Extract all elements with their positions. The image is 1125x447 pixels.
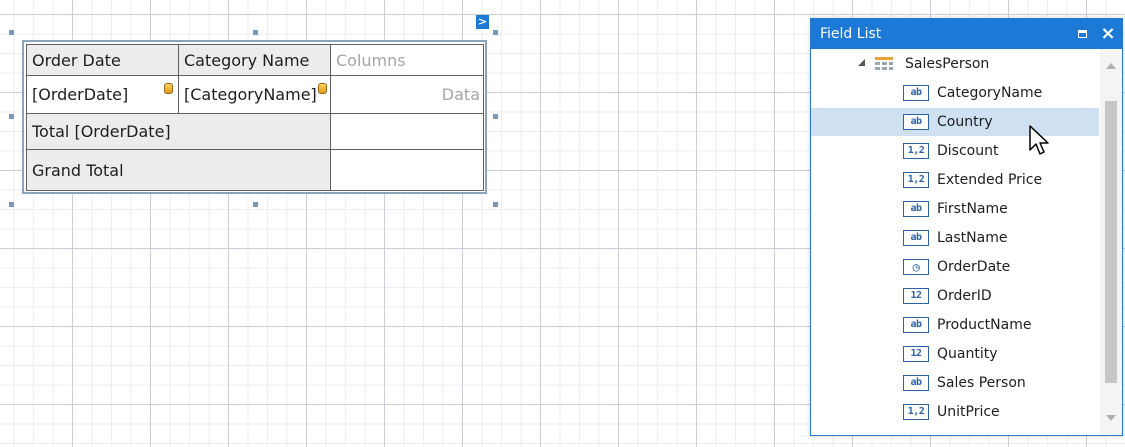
field-item[interactable]: 1,2 Extended Price [811, 166, 1099, 194]
field-item[interactable]: 1,2 UnitPrice [811, 398, 1099, 426]
string-field-icon: ab [903, 201, 929, 217]
string-field-icon: ab [903, 375, 929, 391]
vertical-scrollbar[interactable] [1100, 49, 1122, 435]
field-label: Extended Price [937, 172, 1043, 188]
pivot-grid[interactable]: Order Date Category Name Columns [OrderD… [22, 40, 487, 194]
tree-node-datasource[interactable]: SalesPerson [811, 50, 1099, 78]
pivot-data-area[interactable]: Data [330, 75, 484, 114]
field-label: OrderID [937, 288, 992, 304]
close-button[interactable]: × [1098, 19, 1118, 49]
pivot-header-category-name[interactable]: Category Name [178, 44, 331, 76]
string-field-icon: ab [903, 317, 929, 333]
field-item[interactable]: ab LastName [811, 224, 1099, 252]
integer-field-icon: 12 [903, 288, 929, 304]
database-binding-icon [164, 83, 173, 94]
field-label: ProductName [937, 317, 1032, 333]
decimal-field-icon: 1,2 [903, 143, 929, 159]
resize-handle[interactable] [493, 30, 498, 35]
database-binding-icon [318, 83, 327, 94]
decimal-field-icon: 1,2 [903, 172, 929, 188]
pivot-total-row-label[interactable]: Total [OrderDate] [26, 113, 331, 150]
resize-handle[interactable] [253, 30, 258, 35]
field-item-selected[interactable]: ab Country [811, 108, 1099, 136]
field-item[interactable]: ab CategoryName [811, 79, 1099, 107]
field-item[interactable]: 12 Quantity [811, 340, 1099, 368]
field-item[interactable]: ab Sales Person [811, 369, 1099, 397]
scroll-up-icon[interactable] [1106, 63, 1116, 69]
field-item[interactable]: 12 OrderID [811, 282, 1099, 310]
integer-field-icon: 12 [903, 346, 929, 362]
mouse-cursor-icon [1029, 125, 1049, 155]
field-label: Discount [937, 143, 999, 159]
field-list-panel: Field List × SalesPerson ab CategoryName [810, 18, 1123, 436]
pivot-header-order-date[interactable]: Order Date [26, 44, 179, 76]
pivot-cell-order-date[interactable]: [OrderDate] [26, 75, 179, 114]
resize-handle[interactable] [493, 202, 498, 207]
field-label: Country [937, 114, 993, 130]
resize-handle[interactable] [253, 202, 258, 207]
field-list-header: Field List × [811, 19, 1122, 49]
decimal-field-icon: 1,2 [903, 404, 929, 420]
field-item[interactable]: 1,2 Discount [811, 137, 1099, 165]
maximize-button[interactable] [1072, 19, 1092, 49]
date-field-icon: ◷ [903, 259, 929, 275]
pivot-cell-category-name[interactable]: [CategoryName] [178, 75, 331, 114]
field-tree[interactable]: SalesPerson ab CategoryName ab Country 1… [811, 49, 1099, 435]
resize-handle[interactable] [9, 30, 14, 35]
field-label: OrderDate [937, 259, 1011, 275]
field-item[interactable]: ab FirstName [811, 195, 1099, 223]
string-field-icon: ab [903, 230, 929, 246]
field-item[interactable]: ◷ OrderDate [811, 253, 1099, 281]
panel-title: Field List [820, 26, 882, 42]
field-label: CategoryName [937, 85, 1043, 101]
field-label: Quantity [937, 346, 998, 362]
table-icon [875, 57, 893, 71]
pivot-columns-area[interactable]: Columns [330, 44, 484, 76]
maximize-icon [1077, 29, 1087, 38]
scroll-down-icon[interactable] [1106, 415, 1116, 421]
pivot-grand-total-value[interactable] [330, 149, 484, 191]
pivot-total-row-value[interactable] [330, 113, 484, 150]
field-label: FirstName [937, 201, 1008, 217]
scroll-thumb[interactable] [1105, 101, 1117, 383]
smart-tag-button[interactable]: > [476, 15, 489, 29]
resize-handle[interactable] [9, 202, 14, 207]
field-label: UnitPrice [937, 404, 1000, 420]
resize-handle[interactable] [9, 114, 14, 119]
field-item[interactable]: ab ProductName [811, 311, 1099, 339]
field-label: LastName [937, 230, 1008, 246]
field-label: Sales Person [937, 375, 1026, 391]
string-field-icon: ab [903, 114, 929, 130]
string-field-icon: ab [903, 85, 929, 101]
datasource-label: SalesPerson [905, 56, 990, 72]
collapse-arrow-icon[interactable] [858, 59, 865, 66]
resize-handle[interactable] [493, 114, 498, 119]
pivot-grand-total-label[interactable]: Grand Total [26, 149, 331, 191]
